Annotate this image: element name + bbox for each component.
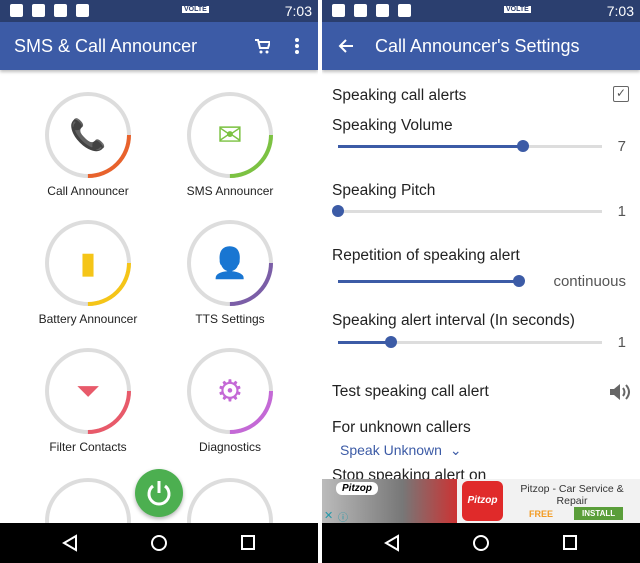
interval-slider[interactable] bbox=[338, 336, 602, 348]
settings-title: Call Announcer's Settings bbox=[375, 36, 580, 56]
image-icon bbox=[376, 4, 389, 17]
power-fab[interactable] bbox=[135, 469, 183, 517]
power-icon bbox=[147, 481, 171, 506]
clock: 7:03 bbox=[606, 3, 634, 19]
volume-value: 7 bbox=[617, 138, 626, 155]
interval-value: 1 bbox=[617, 334, 626, 351]
tile-sms-announcer[interactable]: ✉ SMS Announcer bbox=[160, 90, 300, 198]
more-options-icon[interactable] bbox=[294, 38, 300, 54]
ad-info-icon[interactable]: ⓘ bbox=[338, 509, 348, 524]
slider-fill[interactable] bbox=[338, 341, 391, 344]
repetition-label: Repetition of speaking alert bbox=[332, 247, 520, 264]
tile-diagnostics[interactable]: ⚙ Diagnostics bbox=[160, 346, 300, 454]
tile-label: Call Announcer bbox=[47, 184, 129, 198]
slider-thumb[interactable] bbox=[332, 205, 344, 217]
svg-text:▮: ▮ bbox=[80, 247, 97, 280]
battery-icon: ▮ bbox=[45, 220, 131, 306]
slider-fill[interactable] bbox=[338, 280, 519, 283]
interval-label: Speaking alert interval (In seconds) bbox=[332, 312, 575, 329]
svg-text:⏷: ⏷ bbox=[76, 375, 100, 408]
calendar-icon bbox=[332, 4, 345, 17]
gmail-icon bbox=[32, 4, 45, 17]
tile-battery-announcer[interactable]: ▮ Battery Announcer bbox=[18, 218, 158, 326]
recents-nav-icon[interactable] bbox=[562, 534, 578, 552]
calendar-icon bbox=[10, 4, 23, 17]
speak-unknown-dropdown[interactable]: Speak Unknown ⌄ bbox=[340, 442, 462, 459]
clipboard-icon bbox=[398, 4, 411, 17]
phone-icon: 📞 bbox=[45, 92, 131, 178]
chevron-down-icon: ⌄ bbox=[449, 442, 462, 458]
tile-label: TTS Settings bbox=[195, 312, 265, 326]
tile-label: Diagnostics bbox=[198, 440, 262, 454]
nav-bar bbox=[322, 523, 640, 563]
cart-icon[interactable] bbox=[254, 38, 270, 54]
status-bar: VOLTE 7:03 bbox=[0, 0, 318, 22]
home-nav-icon[interactable] bbox=[150, 534, 168, 552]
volte-icon: VOLTE bbox=[504, 6, 531, 13]
volte-icon: VOLTE bbox=[182, 6, 209, 13]
funnel-icon: ⏷ bbox=[45, 348, 131, 434]
tile-call-announcer[interactable]: 📞 Call Announcer bbox=[18, 90, 158, 198]
envelope-icon: ✉ bbox=[187, 92, 273, 178]
slider-thumb[interactable] bbox=[384, 336, 397, 348]
back-nav-icon[interactable] bbox=[384, 534, 400, 552]
nav-bar bbox=[0, 523, 318, 563]
unknown-callers-label: For unknown callers bbox=[332, 419, 471, 436]
tile-label: SMS Announcer bbox=[186, 184, 274, 198]
tile-label: Filter Contacts bbox=[49, 440, 127, 454]
clipboard-icon bbox=[76, 4, 89, 17]
back-nav-icon[interactable] bbox=[62, 534, 78, 552]
gmail-icon bbox=[354, 4, 367, 17]
image-icon bbox=[54, 4, 67, 17]
back-arrow-icon[interactable] bbox=[338, 38, 354, 54]
ad-price: FREE bbox=[529, 509, 554, 519]
status-bar: VOLTE 7:03 bbox=[322, 0, 640, 22]
speaker-icon[interactable] bbox=[608, 382, 632, 402]
pitch-slider[interactable] bbox=[332, 205, 602, 217]
pitch-value: 1 bbox=[617, 203, 626, 220]
home-nav-icon[interactable] bbox=[472, 534, 490, 552]
test-alert-label[interactable]: Test speaking call alert bbox=[332, 383, 489, 401]
slider-thumb[interactable] bbox=[516, 140, 529, 152]
ad-close-icon[interactable]: ✕ bbox=[324, 509, 333, 522]
recents-nav-icon[interactable] bbox=[240, 534, 256, 552]
ad-app-icon: Pitzop bbox=[462, 481, 503, 521]
speaking-pitch-label: Speaking Pitch bbox=[332, 182, 436, 199]
slider-fill[interactable] bbox=[338, 145, 523, 148]
tile-filter-contacts[interactable]: ⏷ Filter Contacts bbox=[18, 346, 158, 454]
app-bar: Call Announcer's Settings bbox=[322, 22, 640, 70]
magnifier-gear-icon: ⚙ bbox=[187, 348, 273, 434]
svg-text:📞: 📞 bbox=[69, 115, 107, 152]
settings-screen: VOLTE 7:03 Call Announcer's Settings Spe… bbox=[322, 0, 640, 563]
volume-slider[interactable] bbox=[338, 140, 602, 152]
speaking-call-alerts-checkbox[interactable]: ✓ bbox=[613, 86, 629, 102]
speaking-head-icon: 👤 bbox=[187, 220, 273, 306]
app-title: SMS & Call Announcer bbox=[14, 36, 198, 56]
ad-title: Pitzop - Car Service & Repair bbox=[520, 483, 624, 507]
ad-install-button[interactable]: INSTALL bbox=[574, 507, 624, 520]
speak-unknown-value: Speak Unknown bbox=[340, 442, 442, 458]
svg-text:✉: ✉ bbox=[217, 119, 242, 152]
ad-banner[interactable]: Pitzop ✕ ⓘ Pitzop Pitzop - Car Service &… bbox=[322, 479, 640, 524]
svg-text:👤: 👤 bbox=[211, 245, 248, 280]
tile-label: Battery Announcer bbox=[38, 312, 138, 326]
speaking-call-alerts-label: Speaking call alerts bbox=[332, 87, 467, 104]
repetition-slider[interactable] bbox=[338, 275, 525, 287]
app-bar: SMS & Call Announcer bbox=[0, 22, 318, 70]
clock: 7:03 bbox=[284, 3, 312, 19]
tile-tts-settings[interactable]: 👤 TTS Settings bbox=[160, 218, 300, 326]
repetition-value: continuous bbox=[553, 273, 626, 290]
main-screen: VOLTE 7:03 SMS & Call Announcer 📞 Call An… bbox=[0, 0, 318, 563]
speaking-volume-label: Speaking Volume bbox=[332, 117, 453, 134]
svg-text:⚙: ⚙ bbox=[217, 375, 244, 408]
slider-thumb[interactable] bbox=[513, 275, 525, 287]
ad-image-logo: Pitzop bbox=[336, 482, 378, 495]
ad-image: Pitzop ✕ ⓘ bbox=[322, 479, 457, 524]
